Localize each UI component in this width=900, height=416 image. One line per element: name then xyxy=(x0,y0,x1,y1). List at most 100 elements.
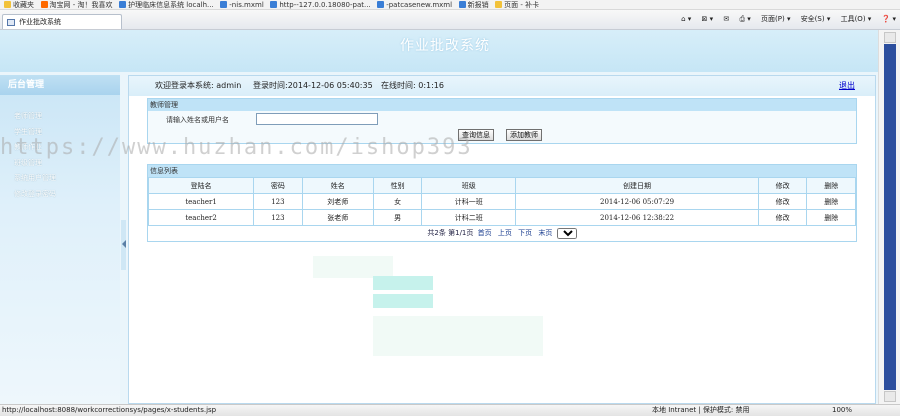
favorite-item[interactable]: -nis.mxml xyxy=(220,0,264,9)
cell-class: 计科一班 xyxy=(421,193,517,210)
browser-tab[interactable]: 作业批改系统 xyxy=(2,14,122,29)
edit-link[interactable]: 修改 xyxy=(757,209,808,226)
sidebar-item-users[interactable]: 系统用户管理 xyxy=(14,171,120,187)
zoom-level[interactable]: 100% xyxy=(832,405,852,416)
cell-password: 123 xyxy=(253,209,303,226)
logout-link[interactable]: 退出 xyxy=(839,76,855,96)
favorite-item[interactable]: 淘宝网 - 淘！我喜欢 xyxy=(40,0,113,9)
ghost-overlay xyxy=(313,256,393,278)
search-panel-title: 教师管理 xyxy=(148,99,856,111)
mail-icon[interactable]: ✉ xyxy=(723,15,729,23)
pager-first-link[interactable]: 首页 xyxy=(478,229,492,237)
pager-next-link[interactable]: 下页 xyxy=(518,229,532,237)
list-panel: 信息列表 登陆名 密码 姓名 性别 班级 创建日期 修改 删除 teacher1… xyxy=(147,164,857,242)
pager-last-link[interactable]: 末页 xyxy=(538,229,552,237)
page-menu[interactable]: 页面(P) ▾ xyxy=(761,15,790,23)
page-icon xyxy=(458,1,466,8)
page-icon xyxy=(119,1,127,8)
scroll-thumb[interactable] xyxy=(884,44,896,390)
star-icon xyxy=(4,1,11,8)
taobao-icon xyxy=(40,1,48,8)
favorite-item[interactable]: 页面 - 补卡 xyxy=(495,0,539,9)
ghost-overlay xyxy=(373,294,433,308)
welcome-bar: 欢迎登录本系统: admin 登录时间:2014-12-06 05:40:35 … xyxy=(129,76,875,96)
favorite-item[interactable]: http--127.0.0.18080-pat... xyxy=(270,0,371,9)
favorite-item[interactable]: 收藏夹 xyxy=(4,0,34,9)
safety-menu[interactable]: 安全(S) ▾ xyxy=(801,15,831,23)
search-label: 请输入姓名或用户名 xyxy=(166,116,229,124)
sidebar-item-homework[interactable]: 教师作业 xyxy=(14,140,120,156)
app-banner: 作业批改系统 xyxy=(0,30,878,72)
main-content: 欢迎登录本系统: admin 登录时间:2014-12-06 05:40:35 … xyxy=(128,75,876,404)
favorites-bar: 收藏夹 淘宝网 - 淘！我喜欢 护理临床信息系统 localh... -nis.… xyxy=(0,0,900,10)
help-menu[interactable]: ❓ ▾ xyxy=(882,15,896,23)
sidebar-collapse-handle[interactable] xyxy=(121,220,126,270)
teacher-table: 登陆名 密码 姓名 性别 班级 创建日期 修改 删除 teacher1 123 xyxy=(147,177,856,226)
browser-tab-bar: 作业批改系统 ⌂ ▾ ⊠ ▾ ✉ ⎙ ▾ 页面(P) ▾ 安全(S) ▾ 工具(… xyxy=(0,10,900,30)
search-input[interactable] xyxy=(256,113,378,125)
favorite-item[interactable]: -patcasenew.mxml xyxy=(377,0,452,9)
add-teacher-button[interactable]: 添加教师 xyxy=(506,129,542,141)
column-header: 创建日期 xyxy=(515,177,759,194)
scroll-up-button[interactable] xyxy=(884,32,896,43)
page-select[interactable]: 1 xyxy=(556,227,577,239)
column-header: 修改 xyxy=(757,177,808,194)
cell-login: teacher1 xyxy=(147,193,255,210)
query-button[interactable]: 查询信息 xyxy=(458,129,494,141)
column-header: 性别 xyxy=(372,177,423,194)
cell-gender: 女 xyxy=(372,193,423,210)
sidebar: 后台管理 老师管理 学生管理 教师作业 班级管理 系统用户管理 修改登录密码 xyxy=(0,75,120,404)
table-row: teacher1 123 刘老师 女 计科一班 2014-12-06 05:07… xyxy=(147,193,856,210)
favorite-item[interactable]: 新报销 xyxy=(458,0,489,9)
sidebar-item-teachers[interactable]: 老师管理 xyxy=(14,109,120,125)
cell-login: teacher2 xyxy=(147,209,255,226)
status-bar: http://localhost:8088/workcorrectionsys/… xyxy=(0,404,900,416)
favorite-item[interactable]: 护理临床信息系统 localh... xyxy=(119,0,214,9)
edit-link[interactable]: 修改 xyxy=(757,193,808,210)
ghost-overlay xyxy=(373,316,543,356)
cell-name: 刘老师 xyxy=(301,193,374,210)
table-header-row: 登陆名 密码 姓名 性别 班级 创建日期 修改 删除 xyxy=(147,177,856,194)
sidebar-item-students[interactable]: 学生管理 xyxy=(14,125,120,141)
status-zone: 本地 Intranet | 保护模式: 禁用 xyxy=(652,406,750,414)
column-header: 登陆名 xyxy=(147,177,255,194)
sidebar-menu: 老师管理 学生管理 教师作业 班级管理 系统用户管理 修改登录密码 xyxy=(0,109,120,202)
pager-page-info: 第1/1页 xyxy=(448,229,474,237)
welcome-user: 欢迎登录本系统: admin xyxy=(155,81,242,90)
sidebar-item-classes[interactable]: 班级管理 xyxy=(14,156,120,172)
page-icon xyxy=(270,1,278,8)
search-panel: 教师管理 请输入姓名或用户名 查询信息 添加教师 xyxy=(147,98,857,144)
browser-tab-title: 作业批改系统 xyxy=(19,18,61,26)
folder-icon xyxy=(495,1,503,8)
table-row: teacher2 123 张老师 男 计科二班 2014-12-06 12:38… xyxy=(147,209,856,226)
command-bar: ⌂ ▾ ⊠ ▾ ✉ ⎙ ▾ 页面(P) ▾ 安全(S) ▾ 工具(O) ▾ ❓ … xyxy=(673,14,896,24)
scroll-down-button[interactable] xyxy=(884,391,896,402)
cell-name: 张老师 xyxy=(301,209,374,226)
list-panel-title: 信息列表 xyxy=(148,165,856,177)
cell-class: 计科二班 xyxy=(421,209,517,226)
print-icon[interactable]: ⎙ ▾ xyxy=(739,15,750,23)
cell-created: 2014-12-06 12:38:22 xyxy=(515,209,759,226)
button-row: 查询信息 添加教师 xyxy=(148,128,856,143)
delete-link[interactable]: 删除 xyxy=(806,209,856,226)
status-url: http://localhost:8088/workcorrectionsys/… xyxy=(2,406,217,414)
page-icon xyxy=(7,19,15,26)
online-time: 在线时间: 0:1:16 xyxy=(381,81,444,90)
cell-password: 123 xyxy=(253,193,303,210)
pager-prev-link[interactable]: 上页 xyxy=(498,229,512,237)
chevron-left-icon xyxy=(122,240,126,248)
search-row: 请输入姓名或用户名 xyxy=(148,111,856,128)
page-icon xyxy=(220,1,228,8)
sidebar-item-password[interactable]: 修改登录密码 xyxy=(14,187,120,203)
tools-menu[interactable]: 工具(O) ▾ xyxy=(841,15,872,23)
column-header: 密码 xyxy=(253,177,303,194)
rss-icon[interactable]: ⊠ ▾ xyxy=(702,15,714,23)
vertical-scrollbar[interactable] xyxy=(878,30,900,404)
delete-link[interactable]: 删除 xyxy=(806,193,856,210)
app-title: 作业批改系统 xyxy=(400,38,490,54)
column-header: 删除 xyxy=(806,177,856,194)
column-header: 班级 xyxy=(421,177,517,194)
cell-created: 2014-12-06 05:07:29 xyxy=(515,193,759,210)
login-time: 登录时间:2014-12-06 05:40:35 xyxy=(253,81,373,90)
home-icon[interactable]: ⌂ ▾ xyxy=(681,15,691,23)
